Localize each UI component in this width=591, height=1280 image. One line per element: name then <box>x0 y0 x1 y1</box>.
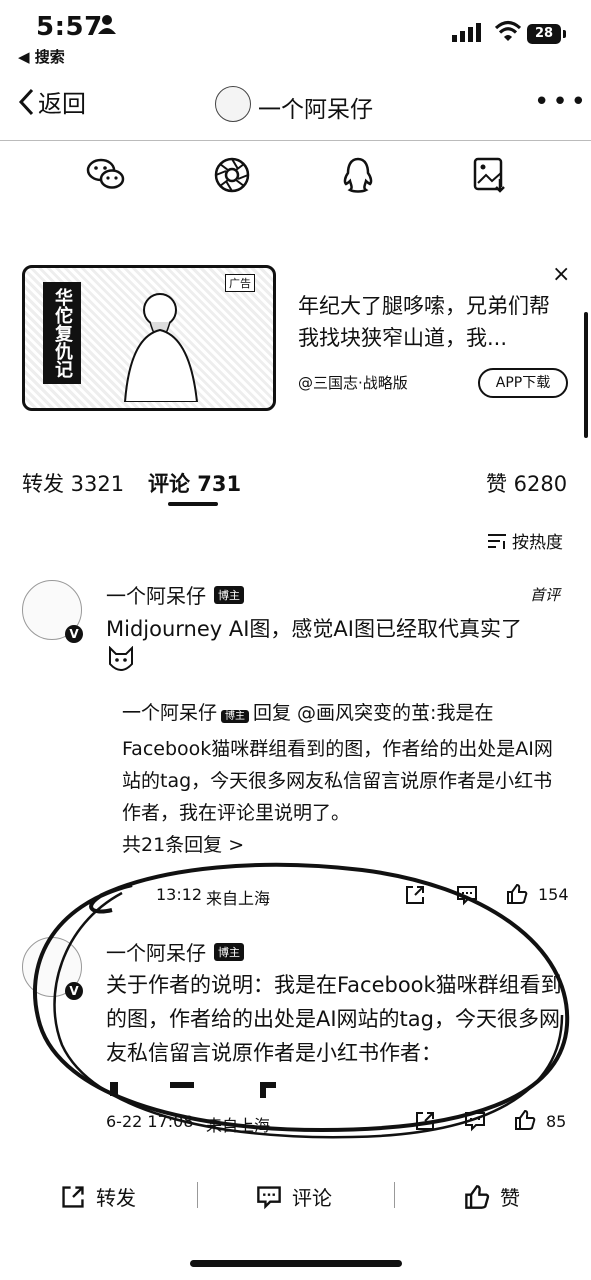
share-icon <box>62 1185 84 1208</box>
view-replies-link[interactable]: 共21条回复 > <box>122 830 244 857</box>
divider <box>197 1182 198 1208</box>
wechat-icon[interactable] <box>86 155 126 195</box>
more-options-icon[interactable]: ••• <box>534 89 589 115</box>
comment-text: Midjourney AI图，感觉AI图已经取代真实了 <box>106 617 522 641</box>
cat-emoji-icon <box>109 646 133 671</box>
repost-button[interactable]: 转发 <box>60 1182 136 1211</box>
ad-source: @三国志·战略版 <box>298 374 408 392</box>
back-button[interactable]: 返回 <box>18 84 86 119</box>
battery-indicator: 28 <box>527 24 561 44</box>
tab-comment[interactable]: 评论 731 <box>148 468 241 498</box>
like-label: 赞 <box>500 1186 520 1210</box>
verified-badge: V <box>65 625 83 643</box>
wifi-icon <box>494 20 522 41</box>
host-badge: 博主 <box>214 585 244 604</box>
comment-label: 评论 <box>292 1186 332 1210</box>
ad-text[interactable]: 年纪大了腿哆嗦，兄弟们帮我找块狭窄山道，我... <box>298 290 566 354</box>
tab-like[interactable]: 赞 6280 <box>486 468 567 498</box>
qq-icon[interactable] <box>338 155 378 195</box>
hand-drawn-circle-annotation <box>32 862 570 1139</box>
reply-author[interactable]: 一个阿呆仔 <box>122 702 217 724</box>
status-bar: 5:57 ◀ 搜索 28 <box>0 0 591 70</box>
app-download-button[interactable]: APP下载 <box>478 368 568 398</box>
figure-illustration <box>123 293 199 402</box>
comment-author-name: 一个阿呆仔 <box>106 584 206 608</box>
comment-button[interactable]: 评论 <box>256 1182 332 1211</box>
active-tab-indicator <box>168 502 218 506</box>
reply-preview[interactable]: 一个阿呆仔 博主 回复 @画风突变的茧:我是在Facebook猫咪群组看到的图，作者… <box>122 697 567 829</box>
first-comment-tag: 首评 <box>530 586 561 604</box>
thumbs-up-icon <box>465 1184 490 1209</box>
ad-image-title: 华佗复仇记 <box>43 282 81 384</box>
scrollbar[interactable] <box>584 312 588 438</box>
like-button[interactable]: 赞 <box>464 1182 520 1211</box>
back-label: 返回 <box>38 90 86 118</box>
tab-repost[interactable]: 转发 3321 <box>22 468 124 498</box>
divider <box>394 1182 395 1208</box>
avatar[interactable] <box>215 86 251 122</box>
ad-badge: 广告 <box>225 274 255 292</box>
battery-tip <box>563 30 566 38</box>
close-ad-button[interactable]: × <box>552 262 570 287</box>
sort-label: 按热度 <box>512 533 563 553</box>
person-icon <box>98 15 116 34</box>
status-time: 5:57 <box>36 12 103 42</box>
moments-icon[interactable] <box>212 155 252 195</box>
page-title: 一个阿呆仔 <box>258 97 373 123</box>
ad-image[interactable]: 华佗复仇记 广告 <box>22 265 276 411</box>
host-badge: 博主 <box>221 710 250 723</box>
comment-icon <box>257 1185 281 1209</box>
comment-author[interactable]: 一个阿呆仔 博主 <box>106 580 244 609</box>
home-indicator[interactable] <box>190 1260 402 1267</box>
sort-by-heat-button[interactable]: 按热度 <box>486 528 563 553</box>
sort-icon <box>488 533 506 549</box>
chevron-left-icon <box>18 88 34 115</box>
save-image-icon[interactable] <box>470 155 510 195</box>
cellular-signal-icon <box>452 23 481 42</box>
back-to-search-link[interactable]: ◀ 搜索 <box>18 46 65 67</box>
repost-label: 转发 <box>96 1186 136 1210</box>
